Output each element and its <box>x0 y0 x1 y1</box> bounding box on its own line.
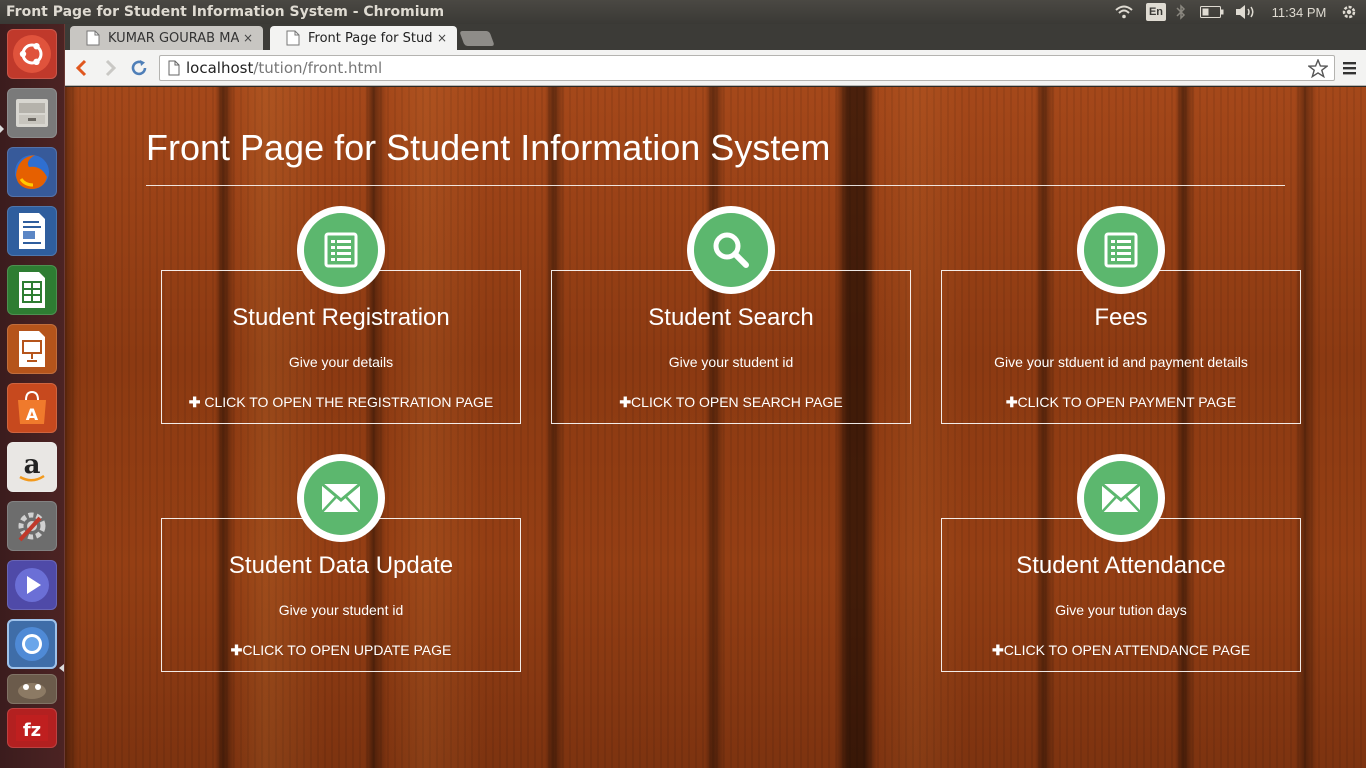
page-icon <box>86 30 100 46</box>
card-icon-circle <box>1077 206 1165 294</box>
page-viewport: Front Page for Student Information Syste… <box>65 87 1366 768</box>
card-description: Give your tution days <box>1055 602 1187 618</box>
plus-icon: ✚ <box>188 394 205 410</box>
svg-text:A: A <box>26 405 39 424</box>
forward-arrow-icon <box>105 59 117 77</box>
card-icon-circle <box>687 206 775 294</box>
hamburger-menu-icon <box>1343 62 1356 75</box>
launcher-media-player-icon[interactable] <box>7 560 57 610</box>
page-icon <box>286 30 300 46</box>
plus-icon: ✚ <box>991 642 1004 658</box>
browser-toolbar: localhost/tution/front.html <box>65 50 1366 86</box>
card-icon-circle <box>1077 454 1165 542</box>
url-host: localhost <box>186 59 254 77</box>
top-panel: Front Page for Student Information Syste… <box>0 0 1366 24</box>
launcher-firefox-icon[interactable] <box>7 147 57 197</box>
card-description: Give your stduent id and payment details <box>994 354 1248 370</box>
bluetooth-icon[interactable] <box>1174 3 1188 21</box>
card-icon-circle <box>297 206 385 294</box>
svg-text:fz: fz <box>23 720 41 741</box>
card-description: Give your student id <box>668 354 794 370</box>
url-text[interactable]: localhost/tution/front.html <box>186 59 382 77</box>
launcher-software-center-icon[interactable]: A <box>7 383 57 433</box>
svg-text:a: a <box>24 450 41 480</box>
plus-icon: ✚ <box>230 642 243 658</box>
card-description: Give your details <box>288 354 394 370</box>
card-title: Fees <box>1094 304 1148 331</box>
page-icon <box>168 60 180 76</box>
launcher-ubuntu-dash-icon[interactable] <box>7 29 57 79</box>
card-title: Student Registration <box>232 304 450 331</box>
card-title: Student Attendance <box>1016 552 1226 579</box>
launcher-gimp-icon[interactable] <box>7 674 57 704</box>
card-title: Student Search <box>648 304 814 331</box>
new-tab-button[interactable] <box>459 31 495 46</box>
back-arrow-icon <box>75 59 87 77</box>
address-bar[interactable]: localhost/tution/front.html <box>159 55 1335 81</box>
battery-icon[interactable] <box>1199 3 1225 21</box>
open-payment-link[interactable]: ✚CLICK TO OPEN PAYMENT PAGE <box>942 394 1300 411</box>
search-icon <box>713 232 749 268</box>
link-label: CLICK TO OPEN PAYMENT PAGE <box>1017 394 1237 410</box>
reload-icon <box>131 60 147 76</box>
launcher: A a fz <box>0 24 65 768</box>
volume-icon[interactable] <box>1234 3 1258 21</box>
tab-strip: KUMAR GOURAB MA × Front Page for Stud × <box>65 24 1366 50</box>
launcher-system-settings-icon[interactable] <box>7 501 57 551</box>
envelope-icon <box>321 482 361 513</box>
tab-close-icon[interactable]: × <box>433 31 451 45</box>
card-description: Give your student id <box>278 602 404 618</box>
page-title: Front Page for Student Information Syste… <box>146 127 831 168</box>
card-icon-circle <box>297 454 385 542</box>
card-student-attendance: Student Attendance Give your tution days… <box>941 454 1301 672</box>
launcher-calc-icon[interactable] <box>7 265 57 315</box>
launcher-impress-icon[interactable] <box>7 324 57 374</box>
launcher-writer-icon[interactable] <box>7 206 57 256</box>
forward-button[interactable] <box>101 58 121 78</box>
list-icon <box>324 232 358 268</box>
url-path: /tution/front.html <box>253 59 383 77</box>
launcher-running-pip <box>0 118 4 133</box>
list-icon <box>1104 232 1138 268</box>
open-search-link[interactable]: ✚CLICK TO OPEN SEARCH PAGE <box>552 394 910 411</box>
link-label: CLICK TO OPEN ATTENDANCE PAGE <box>1003 642 1251 658</box>
bookmark-star-icon[interactable] <box>1308 59 1328 78</box>
wifi-icon[interactable] <box>1114 3 1134 21</box>
link-label: CLICK TO OPEN SEARCH PAGE <box>631 394 843 410</box>
title-divider <box>146 185 1285 186</box>
launcher-active-pip <box>59 664 64 672</box>
launcher-amazon-icon[interactable]: a <box>7 442 57 492</box>
plus-icon: ✚ <box>1005 394 1018 410</box>
plus-icon: ✚ <box>619 394 632 410</box>
open-attendance-link[interactable]: ✚CLICK TO OPEN ATTENDANCE PAGE <box>942 642 1300 659</box>
back-button[interactable] <box>71 58 91 78</box>
window-title: Front Page for Student Information Syste… <box>6 4 445 20</box>
tab-close-icon[interactable]: × <box>239 31 257 45</box>
keyboard-layout-indicator[interactable]: En <box>1146 3 1166 21</box>
tab-front-page[interactable]: Front Page for Stud × <box>270 26 457 50</box>
tab-label: Front Page for Stud <box>308 30 433 46</box>
link-label: CLICK TO OPEN UPDATE PAGE <box>242 642 452 658</box>
card-fees: Fees Give your stduent id and payment de… <box>941 206 1301 424</box>
card-student-registration: Student Registration Give your details ✚… <box>161 206 521 424</box>
card-student-search: Student Search Give your student id ✚CLI… <box>551 206 911 424</box>
open-registration-link[interactable]: ✚ CLICK TO OPEN THE REGISTRATION PAGE <box>162 394 520 411</box>
card-student-data-update: Student Data Update Give your student id… <box>161 454 521 672</box>
chrome-menu-button[interactable] <box>1341 59 1359 77</box>
clock[interactable]: 11:34 PM <box>1264 3 1334 21</box>
session-gear-icon[interactable] <box>1338 3 1360 21</box>
card-title: Student Data Update <box>228 552 454 579</box>
envelope-icon <box>1101 482 1141 513</box>
open-update-link[interactable]: ✚CLICK TO OPEN UPDATE PAGE <box>162 642 520 659</box>
tab-label: KUMAR GOURAB MA <box>108 30 239 46</box>
launcher-files-icon[interactable] <box>7 88 57 138</box>
link-label: CLICK TO OPEN THE REGISTRATION PAGE <box>204 394 494 410</box>
tab-kumar-gourab[interactable]: KUMAR GOURAB MA × <box>70 26 263 50</box>
launcher-chromium-icon[interactable] <box>7 619 57 669</box>
launcher-filezilla-icon[interactable]: fz <box>7 708 57 748</box>
reload-button[interactable] <box>129 58 149 78</box>
